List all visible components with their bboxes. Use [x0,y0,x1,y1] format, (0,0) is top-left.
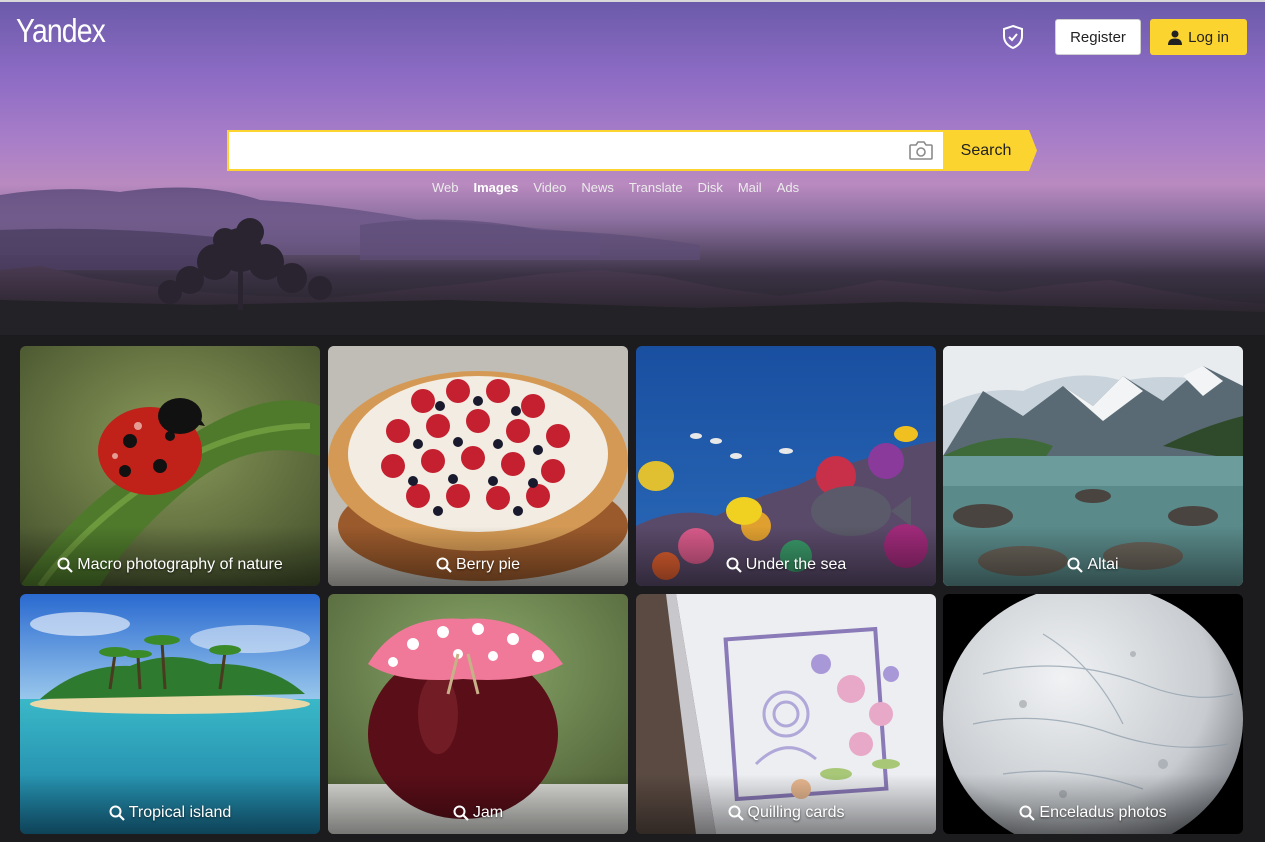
register-button[interactable]: Register [1055,19,1141,55]
card-label: Quilling cards [747,804,845,821]
magnifier-icon [57,557,74,573]
login-label: Log in [1188,28,1229,46]
magnifier-icon [1067,557,1084,573]
card-label: Berry pie [455,556,521,573]
camera-icon[interactable] [908,139,934,161]
search-form: Search [227,130,1037,171]
card-caption: Enceladus photos [943,774,1243,834]
service-images[interactable]: Images [474,180,519,198]
yandex-logo[interactable]: Yandex [16,12,106,50]
service-disk[interactable]: Disk [698,180,723,198]
card-label: Enceladus photos [1039,804,1167,821]
magnifier-icon [109,805,125,821]
card-caption: Tropical island [20,774,320,834]
card-label: Macro photography of nature [77,556,283,573]
service-video[interactable]: Video [533,180,566,198]
collection-card-enceladus[interactable]: Enceladus photos [943,594,1243,834]
service-translate[interactable]: Translate [629,180,683,198]
search-input[interactable] [227,130,945,171]
magnifier-icon [728,805,744,821]
collection-card-under-the-sea[interactable]: Under the sea [636,346,936,586]
card-label: Under the sea [745,556,847,573]
magnifier-icon [453,805,469,821]
top-border [0,0,1265,2]
card-caption: Altai [943,526,1243,586]
service-news[interactable]: News [581,180,614,198]
image-collections-grid: Macro photography of nature Berry pie Un… [20,346,1244,834]
collection-card-jam[interactable]: Jam [328,594,628,834]
card-caption: Macro photography of nature [20,526,320,586]
collection-card-berry-pie[interactable]: Berry pie [328,346,628,586]
collection-card-macro[interactable]: Macro photography of nature [20,346,320,586]
card-caption: Under the sea [636,526,936,586]
magnifier-icon [436,557,452,573]
card-caption: Quilling cards [636,774,936,834]
shield-icon[interactable] [1000,24,1026,50]
card-caption: Jam [328,774,628,834]
service-mail[interactable]: Mail [738,180,762,198]
card-label: Jam [472,804,504,821]
user-icon [1168,30,1183,45]
search-button-label: Search [960,141,1012,159]
service-ads[interactable]: Ads [777,180,799,198]
collection-card-altai[interactable]: Altai [943,346,1243,586]
magnifier-icon [1019,805,1036,821]
card-caption: Berry pie [328,526,628,586]
service-web[interactable]: Web [432,180,459,198]
card-label: Tropical island [128,804,232,821]
collection-card-quilling-cards[interactable]: Quilling cards [636,594,936,834]
card-label: Altai [1087,556,1119,573]
search-button[interactable]: Search [943,130,1037,171]
services-nav: Web Images Video News Translate Disk Mai… [432,180,814,198]
collection-card-tropical-island[interactable]: Tropical island [20,594,320,834]
magnifier-icon [726,557,742,573]
login-button[interactable]: Log in [1150,19,1247,55]
